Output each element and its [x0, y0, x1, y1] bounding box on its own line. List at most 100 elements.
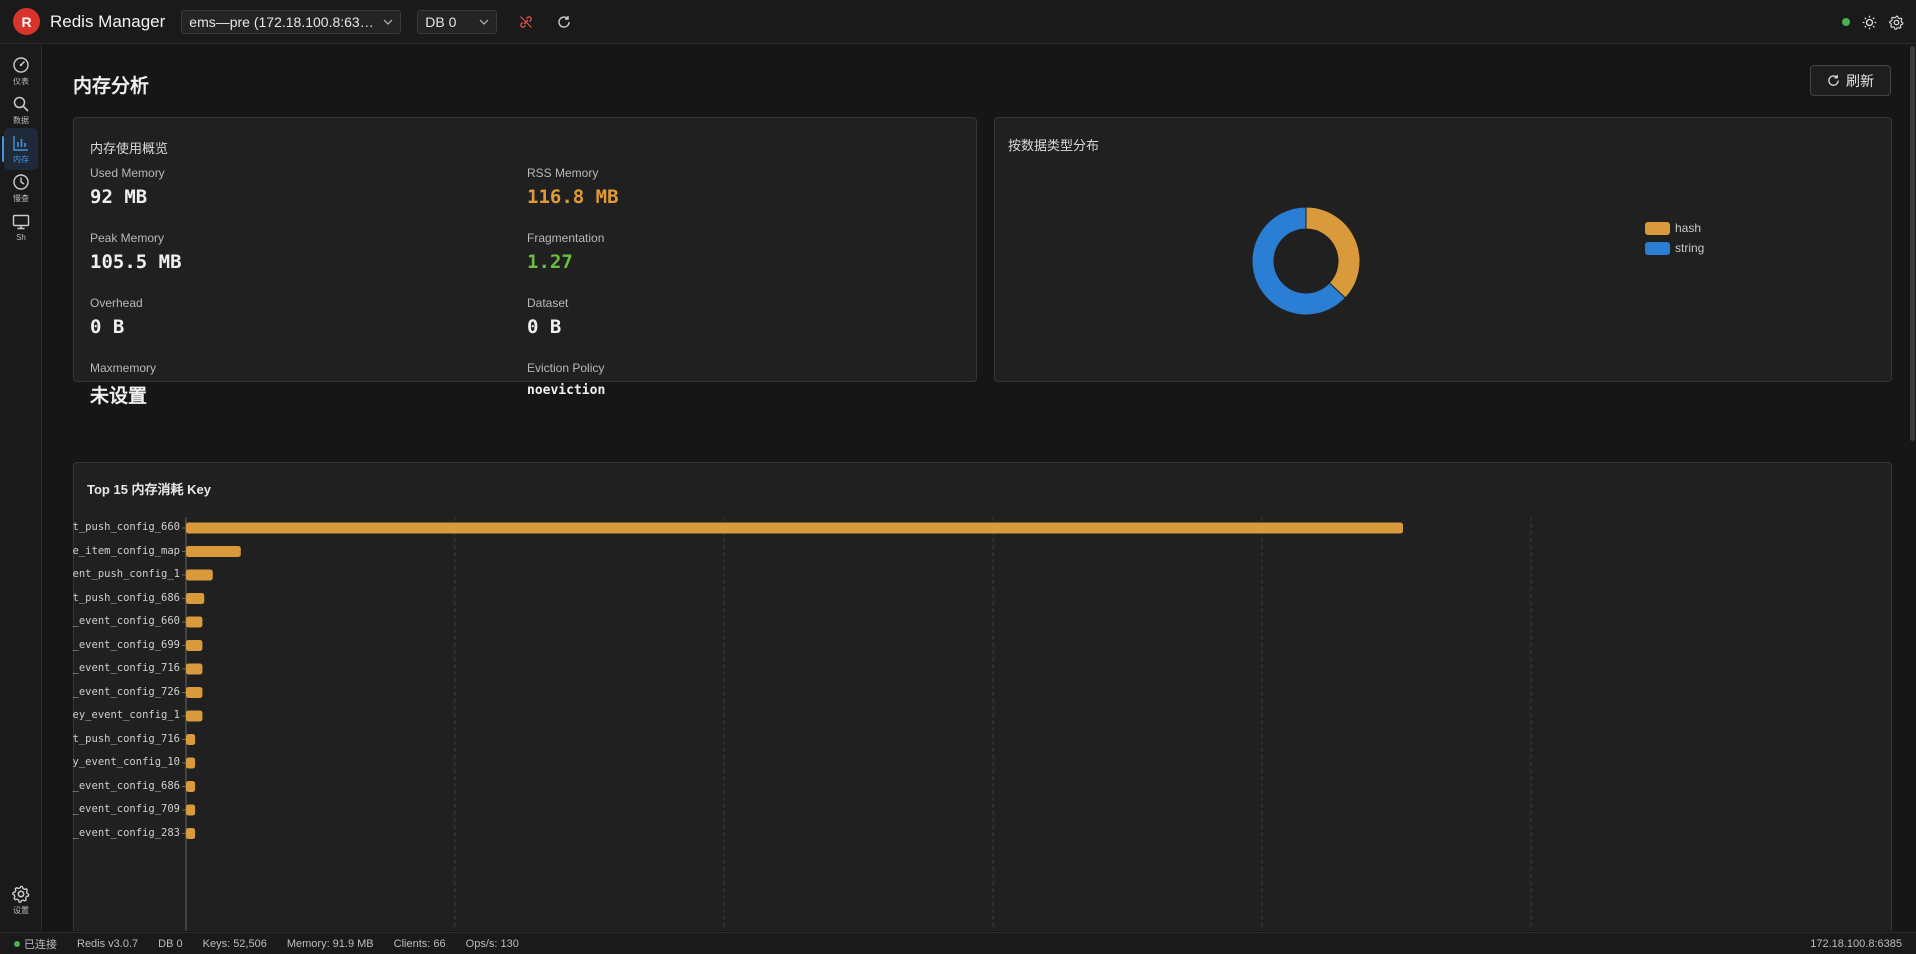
bar[interactable]: [186, 546, 241, 557]
sidebar-item-label: 仪表: [13, 76, 29, 86]
disconnect-icon[interactable]: [517, 13, 535, 31]
bar[interactable]: [186, 616, 203, 628]
metric-rss-memory: RSS Memory 116.8 MB: [527, 166, 619, 208]
bar[interactable]: [186, 757, 196, 769]
metric-value: 0 B: [527, 316, 562, 338]
chevron-down-icon: [479, 19, 489, 25]
bar[interactable]: [186, 663, 203, 675]
metric-label: Used Memory: [90, 166, 165, 180]
app-title: Redis Manager: [50, 11, 166, 31]
sidebar-item-memory[interactable]: 内存: [2, 128, 38, 170]
connection-select-value: ems—pre (172.18.100.8:6385): [189, 13, 377, 30]
metric-value: 92 MB: [90, 186, 148, 208]
connection-status-dot: [1842, 18, 1850, 26]
sidebar-item-slowlog[interactable]: 慢查: [4, 167, 38, 209]
legend-item-string[interactable]: string: [1645, 241, 1704, 255]
status-dot: [14, 940, 20, 947]
sun-icon[interactable]: [1862, 15, 1877, 30]
metric-value: 116.8 MB: [527, 186, 619, 208]
metric-maxmemory: Maxmemory 未设置: [90, 361, 156, 408]
status-connected-label: 已连接: [24, 938, 57, 951]
bar[interactable]: [186, 569, 213, 581]
db-select[interactable]: DB 0: [417, 9, 498, 34]
gear-icon[interactable]: [1889, 14, 1904, 30]
status-version: Redis v3.0.7: [77, 937, 139, 950]
metric-label: Maxmemory: [90, 361, 157, 375]
top-bar: R Redis Manager ems—pre (172.18.100.8:63…: [0, 0, 1916, 44]
search-icon: [13, 96, 29, 112]
sidebar-item-dashboard[interactable]: 仪表: [4, 50, 38, 92]
status-ops: Ops/s: 130: [465, 937, 519, 950]
bar[interactable]: [186, 687, 203, 698]
refresh-button[interactable]: 刷新: [1810, 65, 1891, 96]
metric-fragmentation: Fragmentation 1.27: [527, 231, 604, 273]
metric-dataset: Dataset 0 B: [527, 296, 568, 338]
metric-value: 未设置: [90, 385, 148, 407]
clock-icon: [13, 173, 29, 190]
bar[interactable]: [186, 640, 203, 651]
overview-title: 内存使用概览: [90, 141, 169, 156]
db-select-value: DB 0: [425, 13, 457, 30]
monitor-icon: [12, 214, 30, 229]
legend-item-hash[interactable]: hash: [1645, 221, 1701, 235]
status-clients: Clients: 66: [393, 937, 446, 950]
refresh-button-label: 刷新: [1846, 72, 1874, 89]
metric-label: Eviction Policy: [527, 361, 605, 375]
metric-label: RSS Memory: [527, 166, 599, 180]
sidebar-item-label: 慢查: [13, 193, 29, 203]
metric-label: Fragmentation: [527, 231, 605, 245]
metric-label: Peak Memory: [90, 231, 165, 245]
sidebar: 仪表 数据 内存 慢查 Sh 设置: [0, 45, 42, 931]
type-distribution-card: 按数据类型分布 hash string: [994, 117, 1892, 382]
metric-overhead: Overhead 0 B: [90, 296, 143, 338]
dashboard-icon: [13, 56, 29, 73]
sidebar-item-settings[interactable]: 设置: [4, 879, 38, 921]
app-logo: R: [13, 8, 40, 35]
legend-label: hash: [1675, 221, 1702, 235]
top-right-controls: [1842, 0, 1904, 44]
bar[interactable]: [186, 522, 1403, 534]
bar[interactable]: [186, 828, 196, 839]
donut-slice-hash[interactable]: [1305, 206, 1361, 299]
status-keys: Keys: 52,506: [202, 937, 267, 950]
page-title: 内存分析: [73, 76, 150, 97]
sidebar-item-label: 设置: [13, 905, 29, 915]
bar[interactable]: [186, 781, 196, 792]
donut-chart: [1251, 206, 1361, 316]
metric-eviction-policy: Eviction Policy noeviction: [527, 361, 605, 398]
metric-value: 0 B: [90, 316, 125, 338]
bar[interactable]: [186, 804, 196, 816]
sidebar-item-label: Sh: [16, 232, 26, 242]
metric-value: 1.27: [527, 251, 573, 273]
status-memory: Memory: 91.9 MB: [286, 937, 374, 950]
refresh-icon: [1828, 74, 1839, 86]
bar-chart-icon: [13, 135, 28, 151]
top-keys-card: Top 15 内存消耗 Key t_push_config_660 e_item_…: [73, 462, 1892, 931]
gear-icon: [12, 885, 30, 903]
status-address: 172.18.100.8:6385: [1810, 937, 1902, 950]
bar[interactable]: [186, 710, 203, 722]
sidebar-item-label: 数据: [13, 115, 29, 125]
page-scrollbar[interactable]: [1910, 46, 1915, 441]
legend-swatch: [1645, 221, 1670, 235]
chevron-down-icon: [383, 19, 393, 25]
status-connection: 已连接: [14, 936, 57, 952]
status-db: DB 0: [158, 937, 183, 950]
sidebar-item-shell[interactable]: Sh: [4, 206, 38, 248]
sidebar-item-label: 内存: [13, 154, 29, 164]
metric-label: Overhead: [90, 296, 143, 310]
sidebar-item-data[interactable]: 数据: [4, 89, 38, 131]
metric-value: 105.5 MB: [90, 251, 182, 273]
metric-peak-memory: Peak Memory 105.5 MB: [90, 231, 182, 273]
metric-used-memory: Used Memory 92 MB: [90, 166, 165, 208]
metric-value: noeviction: [527, 383, 606, 398]
top-keys-bar-chart: [182, 517, 1532, 931]
connection-select[interactable]: ems—pre (172.18.100.8:6385): [181, 9, 402, 34]
reload-icon[interactable]: [555, 13, 573, 31]
metric-label: Dataset: [527, 296, 569, 310]
bar[interactable]: [186, 593, 205, 604]
memory-overview-card: 内存使用概览 Used Memory 92 MB RSS Memory 116.…: [73, 117, 977, 407]
bar[interactable]: [186, 734, 196, 745]
status-bar: 已连接 Redis v3.0.7 DB 0 Keys: 52,506 Memor…: [0, 932, 1916, 954]
main-content: 内存分析 刷新 内存使用概览 Used Memory 92 MB RSS Mem…: [43, 45, 1916, 931]
